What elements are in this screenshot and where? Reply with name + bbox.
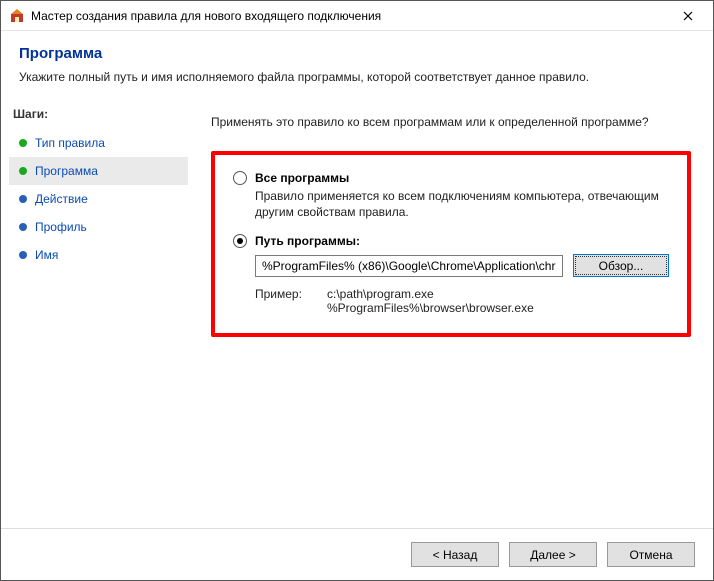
example-label: Пример: xyxy=(255,287,327,315)
example-lines: c:\path\program.exe %ProgramFiles%\brows… xyxy=(327,287,534,315)
browse-button[interactable]: Обзор... xyxy=(573,254,669,277)
steps-heading: Шаги: xyxy=(13,107,188,121)
sidebar: Шаги: Тип правила Программа Действие Про… xyxy=(1,97,189,528)
sidebar-item-rule-type[interactable]: Тип правила xyxy=(9,129,188,157)
radio-all-programs-label: Все программы xyxy=(255,171,349,185)
step-bullet-icon xyxy=(19,167,27,175)
question-text: Применять это правило ко всем программам… xyxy=(211,115,691,129)
main-content: Применять это правило ко всем программам… xyxy=(189,97,713,528)
next-button[interactable]: Далее > xyxy=(509,542,597,567)
option-program-path[interactable]: Путь программы: xyxy=(233,234,669,248)
titlebar: Мастер создания правила для нового входя… xyxy=(1,1,713,31)
cancel-button[interactable]: Отмена xyxy=(607,542,695,567)
footer: < Назад Далее > Отмена xyxy=(1,528,713,580)
wizard-window: Мастер создания правила для нового входя… xyxy=(0,0,714,581)
sidebar-item-name[interactable]: Имя xyxy=(9,241,188,269)
sidebar-item-label: Тип правила xyxy=(35,136,105,150)
sidebar-item-label: Действие xyxy=(35,192,88,206)
sidebar-item-program[interactable]: Программа xyxy=(9,157,188,185)
sidebar-item-label: Профиль xyxy=(35,220,87,234)
option-all-programs[interactable]: Все программы xyxy=(233,171,669,185)
radio-program-path[interactable] xyxy=(233,234,247,248)
step-bullet-icon xyxy=(19,223,27,231)
sidebar-item-profile[interactable]: Профиль xyxy=(9,213,188,241)
page-title: Программа xyxy=(19,45,695,62)
close-button[interactable] xyxy=(671,2,705,30)
body: Шаги: Тип правила Программа Действие Про… xyxy=(1,96,713,528)
page-subtitle: Укажите полный путь и имя исполняемого ф… xyxy=(19,70,695,84)
option-all-programs-desc: Правило применяется ко всем подключениям… xyxy=(255,188,669,220)
back-button[interactable]: < Назад xyxy=(411,542,499,567)
step-bullet-icon xyxy=(19,251,27,259)
wizard-icon xyxy=(9,8,25,24)
program-path-input[interactable] xyxy=(255,255,563,277)
example-block: Пример: c:\path\program.exe %ProgramFile… xyxy=(255,287,669,315)
sidebar-item-action[interactable]: Действие xyxy=(9,185,188,213)
sidebar-item-label: Программа xyxy=(35,164,98,178)
program-path-row: Обзор... xyxy=(255,254,669,277)
sidebar-item-label: Имя xyxy=(35,248,58,262)
radio-all-programs[interactable] xyxy=(233,171,247,185)
window-title: Мастер создания правила для нового входя… xyxy=(31,9,671,23)
step-bullet-icon xyxy=(19,139,27,147)
radio-program-path-label: Путь программы: xyxy=(255,234,360,248)
highlight-box: Все программы Правило применяется ко все… xyxy=(211,151,691,337)
page-header: Программа Укажите полный путь и имя испо… xyxy=(1,31,713,96)
step-bullet-icon xyxy=(19,195,27,203)
